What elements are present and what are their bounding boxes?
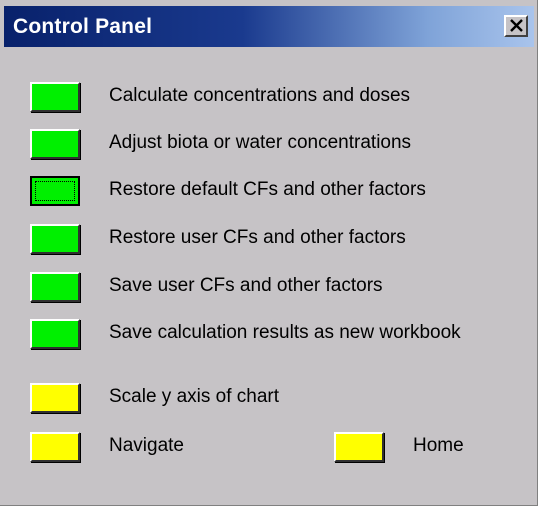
save-user-factors-label: Save user CFs and other factors xyxy=(109,275,383,296)
control-panel-window: Control Panel Calculate concentrations a… xyxy=(0,0,538,506)
restore-default-factors-label: Restore default CFs and other factors xyxy=(109,179,426,200)
restore-user-factors-button[interactable] xyxy=(30,224,80,254)
navigate-button[interactable] xyxy=(30,432,80,462)
save-results-workbook-label: Save calculation results as new workbook xyxy=(109,322,461,343)
title-bar[interactable]: Control Panel xyxy=(4,6,534,47)
save-user-factors-button[interactable] xyxy=(30,272,80,302)
window-title: Control Panel xyxy=(13,15,153,38)
save-results-workbook-button[interactable] xyxy=(30,319,80,349)
calculate-concentrations-label: Calculate concentrations and doses xyxy=(109,85,411,106)
calculate-concentrations-button[interactable] xyxy=(30,82,80,112)
restore-default-factors-button[interactable] xyxy=(30,176,80,206)
close-icon xyxy=(510,19,523,32)
scale-y-axis-button[interactable] xyxy=(30,383,80,413)
navigate-label: Navigate xyxy=(109,435,184,456)
scale-y-axis-label: Scale y axis of chart xyxy=(109,386,280,407)
adjust-concentrations-button[interactable] xyxy=(30,129,80,159)
restore-user-factors-label: Restore user CFs and other factors xyxy=(109,227,406,248)
home-label: Home xyxy=(413,435,464,456)
home-button[interactable] xyxy=(334,432,384,462)
focus-ring xyxy=(35,181,75,201)
adjust-concentrations-label: Adjust biota or water concentrations xyxy=(109,132,412,153)
close-button[interactable] xyxy=(504,15,528,37)
